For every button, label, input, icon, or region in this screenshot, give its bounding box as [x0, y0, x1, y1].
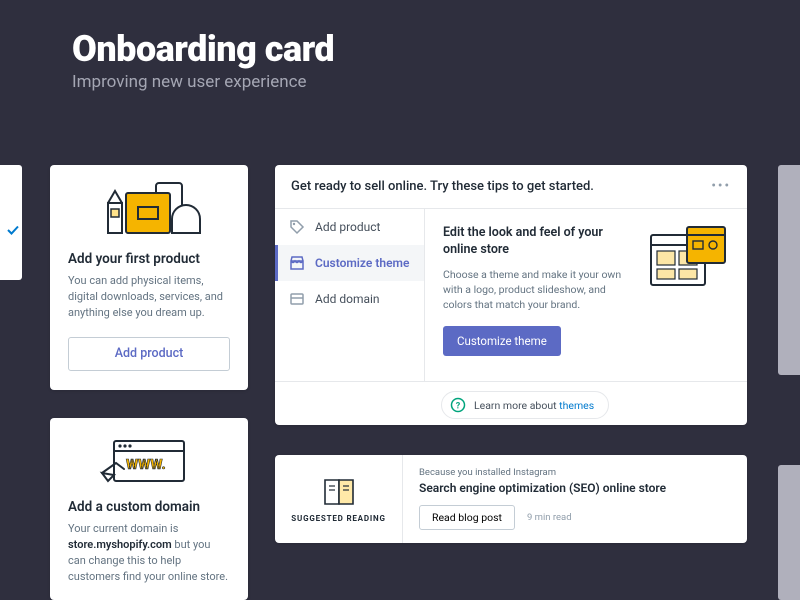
product-illustration [68, 179, 230, 239]
card-title: Add a custom domain [68, 499, 230, 515]
hero: Onboarding card Improving new user exper… [72, 28, 334, 92]
read-blog-button[interactable]: Read blog post [419, 505, 515, 530]
tag-icon [289, 219, 305, 235]
pane-title: Edit the look and feel of your online st… [443, 225, 623, 259]
learn-more-pill[interactable]: ? Learn more about themes [441, 391, 609, 419]
add-product-card: Add your first product You can add physi… [50, 165, 248, 390]
customize-theme-button[interactable]: Customize theme [443, 326, 561, 356]
domain-illustration: WWW. [68, 432, 230, 487]
reading-time: 9 min read [527, 512, 572, 523]
partial-card-left [0, 165, 22, 280]
more-icon[interactable]: ••• [711, 179, 731, 194]
themes-link[interactable]: themes [559, 399, 594, 412]
onboarding-pane: Edit the look and feel of your online st… [425, 209, 747, 381]
suggested-reading-card: SUGGESTED READING Because you installed … [275, 455, 747, 543]
card-body: You can add physical items, digital down… [68, 273, 230, 321]
reading-title: Search engine optimization (SEO) online … [419, 481, 731, 495]
reading-pretext: Because you installed Instagram [419, 467, 731, 478]
svg-text:WWW.: WWW. [126, 457, 166, 473]
svg-text:?: ? [456, 402, 461, 412]
tab-add-product[interactable]: Add product [275, 209, 424, 245]
add-product-button[interactable]: Add product [68, 337, 230, 371]
hero-title: Onboarding card [72, 28, 334, 70]
onboarding-header: Get ready to sell online. Try these tips… [291, 179, 594, 194]
partial-card-right-1 [778, 165, 800, 375]
check-icon [6, 223, 20, 237]
partial-card-right-2 [778, 465, 800, 600]
hero-subtitle: Improving new user experience [72, 72, 334, 92]
onboarding-card: Get ready to sell online. Try these tips… [275, 165, 747, 425]
card-title: Add your first product [68, 251, 230, 267]
browser-icon [289, 291, 305, 307]
help-icon: ? [450, 397, 466, 413]
tab-add-domain[interactable]: Add domain [275, 281, 424, 317]
pane-body: Choose a theme and make it your own with… [443, 267, 633, 313]
storefront-icon [289, 255, 305, 271]
book-icon [319, 476, 359, 508]
tab-customize-theme[interactable]: Customize theme [275, 245, 424, 281]
add-domain-card: WWW. Add a custom domain Your current do… [50, 418, 248, 600]
onboarding-tabs: Add product Customize theme Add domain [275, 209, 425, 381]
card-body: Your current domain is store.myshopify.c… [68, 521, 230, 585]
theme-illustration [647, 225, 729, 365]
suggested-reading-label: SUGGESTED READING [291, 514, 385, 523]
